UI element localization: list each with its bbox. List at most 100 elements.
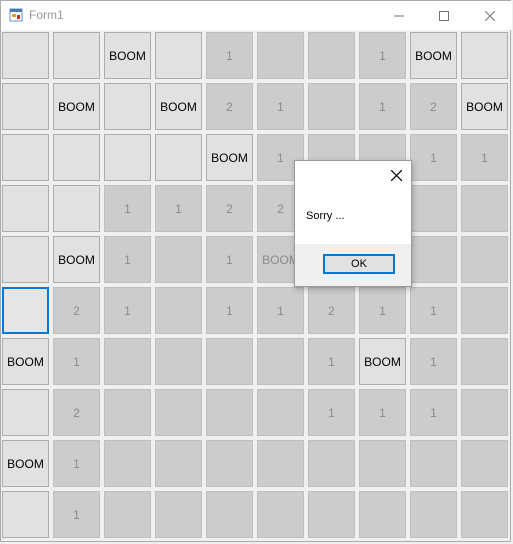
grid-cell[interactable]: 2 (206, 83, 253, 130)
grid-cell[interactable] (2, 83, 49, 130)
close-window-button[interactable] (467, 1, 512, 30)
grid-cell[interactable]: 1 (257, 83, 304, 130)
grid-cell[interactable] (155, 134, 202, 181)
grid-cell[interactable] (359, 491, 406, 538)
grid-cell[interactable] (2, 134, 49, 181)
grid-cell[interactable]: BOOM (359, 338, 406, 385)
grid-cell[interactable]: BOOM (2, 440, 49, 487)
grid-cell[interactable]: 1 (359, 83, 406, 130)
grid-cell[interactable] (2, 491, 49, 538)
grid-cell[interactable]: 2 (308, 287, 355, 334)
grid-cell[interactable]: BOOM (2, 338, 49, 385)
grid-cell[interactable] (2, 389, 49, 436)
maximize-button[interactable] (421, 1, 466, 30)
grid-cell[interactable] (155, 491, 202, 538)
grid-cell[interactable] (206, 491, 253, 538)
grid-cell[interactable]: 1 (206, 287, 253, 334)
grid-cell[interactable] (461, 338, 508, 385)
grid-cell[interactable]: 2 (410, 83, 457, 130)
grid-cell[interactable] (53, 134, 100, 181)
grid-cell[interactable]: 1 (359, 389, 406, 436)
grid-cell[interactable]: BOOM (461, 83, 508, 130)
grid-cell[interactable]: 2 (53, 287, 100, 334)
grid-cell[interactable]: 1 (308, 338, 355, 385)
grid-cell[interactable]: 2 (53, 389, 100, 436)
grid-cell[interactable] (410, 185, 457, 232)
grid-cell[interactable] (461, 287, 508, 334)
grid-cell[interactable] (155, 389, 202, 436)
close-icon (484, 10, 495, 21)
grid-cell[interactable]: 1 (53, 440, 100, 487)
minimize-button[interactable] (376, 1, 421, 30)
grid-cell[interactable]: 1 (257, 287, 304, 334)
grid-cell[interactable]: 1 (104, 185, 151, 232)
grid-cell[interactable]: 1 (359, 287, 406, 334)
grid-cell[interactable] (104, 83, 151, 130)
grid-cell[interactable] (257, 440, 304, 487)
grid-cell[interactable]: BOOM (53, 83, 100, 130)
grid-cell[interactable] (308, 32, 355, 79)
grid-cell[interactable] (2, 287, 49, 334)
grid-cell[interactable]: 1 (410, 389, 457, 436)
grid-cell[interactable] (461, 236, 508, 283)
grid-cell[interactable]: 1 (359, 32, 406, 79)
grid-cell[interactable]: 1 (53, 491, 100, 538)
grid-cell[interactable]: 1 (410, 287, 457, 334)
grid-cell[interactable] (257, 32, 304, 79)
grid-cell[interactable]: 1 (155, 185, 202, 232)
grid-cell[interactable] (461, 389, 508, 436)
grid-cell[interactable] (461, 440, 508, 487)
grid-cell[interactable]: BOOM (155, 83, 202, 130)
grid-cell[interactable] (155, 32, 202, 79)
grid-cell[interactable] (206, 338, 253, 385)
grid-cell[interactable] (461, 185, 508, 232)
grid-cell[interactable] (104, 338, 151, 385)
grid-cell[interactable]: 1 (53, 338, 100, 385)
grid-cell[interactable]: BOOM (206, 134, 253, 181)
grid-cell[interactable] (206, 440, 253, 487)
grid-cell[interactable] (2, 185, 49, 232)
grid-cell[interactable]: 1 (410, 338, 457, 385)
grid-cell[interactable] (308, 83, 355, 130)
grid-cell[interactable]: 1 (308, 389, 355, 436)
grid-cell[interactable] (155, 236, 202, 283)
grid-cell[interactable] (461, 491, 508, 538)
dialog-close-button[interactable] (385, 164, 407, 186)
grid-cell[interactable] (155, 440, 202, 487)
grid-cell[interactable]: 1 (206, 236, 253, 283)
grid-cell[interactable] (53, 32, 100, 79)
grid-cell[interactable]: 1 (104, 287, 151, 334)
grid-cell[interactable]: 1 (461, 134, 508, 181)
grid-cell[interactable] (410, 440, 457, 487)
grid-cell[interactable] (308, 440, 355, 487)
title-bar[interactable]: Form1 (1, 1, 512, 30)
grid-cell[interactable] (104, 134, 151, 181)
grid-cell[interactable] (2, 236, 49, 283)
ok-button[interactable]: OK (323, 254, 395, 274)
grid-cell[interactable] (257, 338, 304, 385)
grid-cell[interactable] (359, 440, 406, 487)
grid-cell[interactable] (257, 389, 304, 436)
grid-cell[interactable] (206, 389, 253, 436)
grid-cell[interactable] (155, 287, 202, 334)
main-window: Form1 BOOM 1 1 BOOM BOOM BOOM 2 1 1 2 BOOM BOOM 1 1 1 1… (0, 0, 512, 542)
grid-cell[interactable] (410, 491, 457, 538)
grid-cell[interactable] (257, 491, 304, 538)
grid-cell[interactable] (410, 236, 457, 283)
grid-cell[interactable] (104, 440, 151, 487)
grid-cell[interactable]: 1 (410, 134, 457, 181)
grid-cell[interactable]: 1 (206, 32, 253, 79)
grid-cell[interactable]: BOOM (104, 32, 151, 79)
grid-cell[interactable] (104, 491, 151, 538)
grid-cell[interactable] (308, 491, 355, 538)
grid-cell[interactable] (53, 185, 100, 232)
grid-cell[interactable] (461, 32, 508, 79)
grid-cell[interactable] (104, 389, 151, 436)
grid-cell[interactable]: 1 (104, 236, 151, 283)
grid-cell[interactable] (155, 338, 202, 385)
minefield-grid: BOOM 1 1 BOOM BOOM BOOM 2 1 1 2 BOOM BOOM 1 1 1 1 1 2 2 BOO… (1, 31, 512, 542)
grid-cell[interactable] (2, 32, 49, 79)
grid-cell[interactable]: BOOM (410, 32, 457, 79)
grid-cell[interactable]: 2 (206, 185, 253, 232)
grid-cell[interactable]: BOOM (53, 236, 100, 283)
